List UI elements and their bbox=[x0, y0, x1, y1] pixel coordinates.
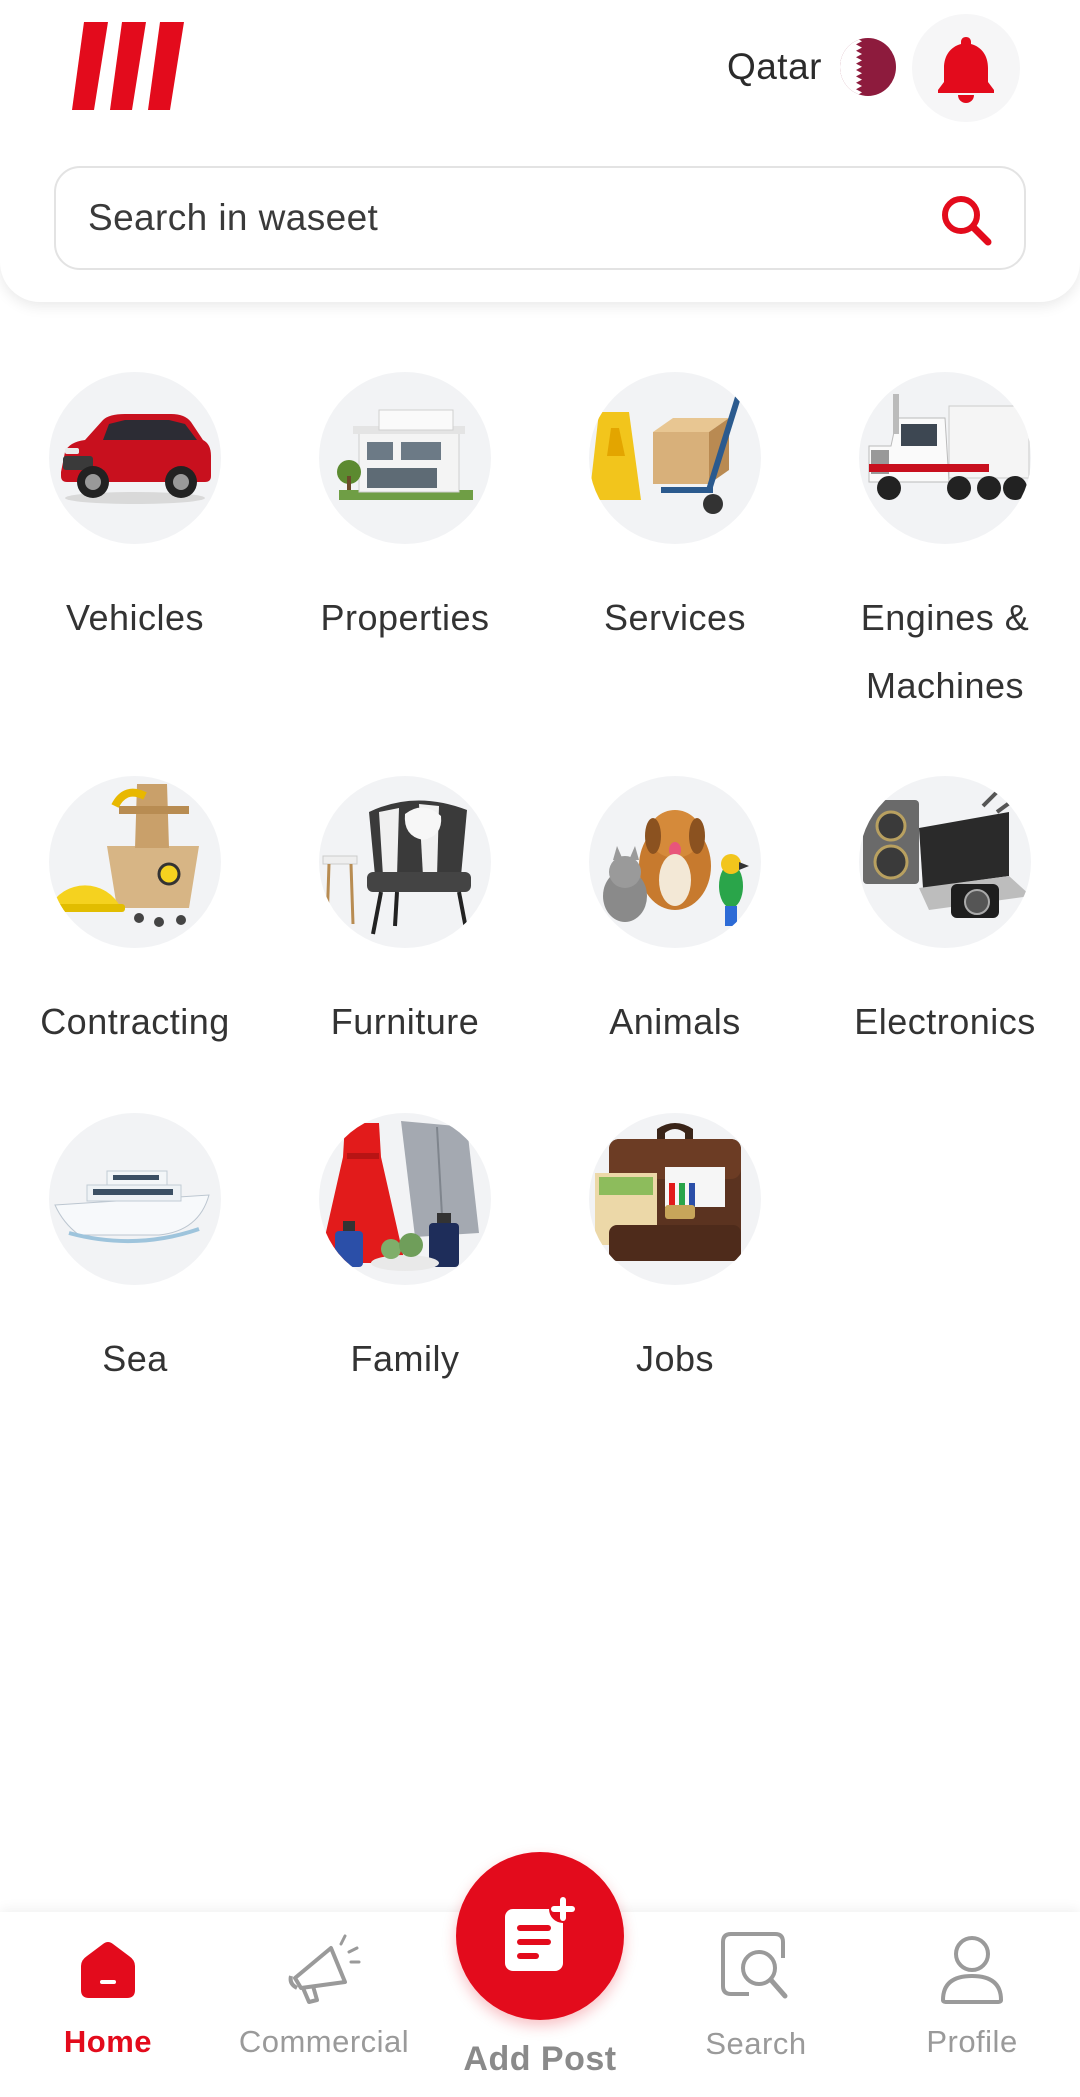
category-vehicles[interactable]: Vehicles bbox=[0, 372, 270, 652]
laptop-icon bbox=[859, 776, 1031, 948]
category-engines-machines[interactable]: Engines & Machines bbox=[810, 372, 1080, 720]
search-doc-icon bbox=[721, 1932, 788, 1999]
armchair-icon bbox=[319, 776, 491, 948]
briefcase-icon bbox=[589, 1113, 761, 1285]
waseet-logo[interactable] bbox=[70, 18, 190, 114]
category-properties[interactable]: Properties bbox=[270, 372, 540, 652]
nav-profile-label: Profile bbox=[926, 2024, 1018, 2059]
house-icon bbox=[319, 372, 491, 544]
category-label: Vehicles bbox=[65, 597, 205, 638]
category-furniture[interactable]: Furniture bbox=[270, 776, 540, 1056]
truck-icon bbox=[859, 372, 1031, 544]
qatar-flag-icon[interactable] bbox=[840, 38, 896, 96]
search-button[interactable] bbox=[936, 190, 996, 250]
category-label: Contracting bbox=[40, 1001, 230, 1042]
home-icon bbox=[81, 1942, 135, 1998]
category-label: Family bbox=[350, 1338, 460, 1379]
country-label[interactable]: Qatar bbox=[727, 46, 822, 88]
category-services[interactable]: Services bbox=[540, 372, 810, 652]
category-label: Electronics bbox=[854, 1001, 1036, 1042]
profile-icon bbox=[940, 1936, 1004, 2004]
toolbox-icon bbox=[49, 776, 221, 948]
category-animals[interactable]: Animals bbox=[540, 776, 810, 1056]
yacht-icon bbox=[49, 1113, 221, 1285]
add-post-icon bbox=[505, 1895, 577, 1971]
category-contracting[interactable]: Contracting bbox=[0, 776, 270, 1056]
bell-icon bbox=[938, 37, 994, 103]
category-family[interactable]: Family bbox=[270, 1113, 540, 1393]
add-post-button[interactable] bbox=[456, 1852, 624, 2020]
search-placeholder: Search in waseet bbox=[88, 197, 379, 238]
search-input[interactable]: Search in waseet bbox=[54, 166, 1026, 270]
category-label: Furniture bbox=[330, 1001, 480, 1042]
megaphone-icon bbox=[288, 1934, 361, 2004]
category-label: Sea bbox=[102, 1338, 168, 1379]
category-label: Services bbox=[603, 597, 747, 638]
add-post-label: Add Post bbox=[463, 2040, 617, 2078]
category-jobs[interactable]: Jobs bbox=[540, 1113, 810, 1393]
clothing-icon bbox=[319, 1113, 491, 1285]
category-electronics[interactable]: Electronics bbox=[810, 776, 1080, 1056]
nav-home-label: Home bbox=[63, 2024, 153, 2059]
notifications-button[interactable] bbox=[912, 14, 1020, 122]
category-sea[interactable]: Sea bbox=[0, 1113, 270, 1393]
hand-truck-icon bbox=[589, 372, 761, 544]
app-header: Qatar Search in waseet bbox=[0, 0, 1080, 302]
search-icon bbox=[942, 196, 992, 246]
category-label: Jobs bbox=[635, 1338, 715, 1379]
category-label: Engines & Machines bbox=[860, 597, 1030, 706]
category-label: Properties bbox=[320, 597, 490, 638]
category-label: Animals bbox=[609, 1001, 741, 1042]
pets-icon bbox=[589, 776, 761, 948]
car-icon bbox=[49, 372, 221, 544]
